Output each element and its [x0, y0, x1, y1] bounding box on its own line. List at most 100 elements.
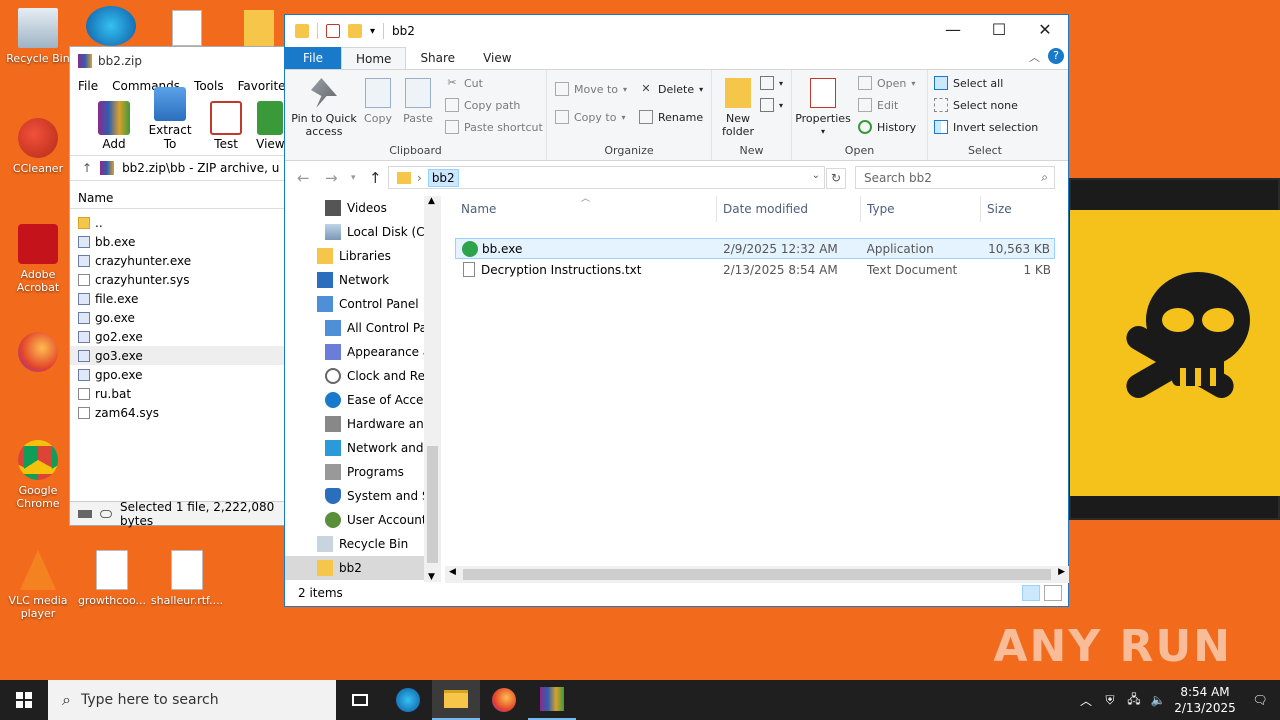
add-button[interactable]: Add [88, 101, 140, 151]
properties-quick-icon[interactable] [326, 24, 340, 38]
list-item[interactable]: gpo.exe [70, 365, 284, 384]
volume-icon[interactable]: 🔈 [1146, 693, 1170, 707]
new-folder-quick-icon[interactable] [348, 24, 362, 38]
search-input[interactable]: Search bb2 ⌕ [855, 166, 1055, 189]
address-dropdown-icon[interactable]: ⌄ [812, 170, 820, 181]
document-icon[interactable] [172, 10, 202, 46]
winrar-window[interactable]: bb2.zip File Commands Tools Favorites Ad… [69, 46, 292, 528]
move-to-button[interactable]: Move to ▾ [555, 82, 627, 96]
forward-arrow-icon[interactable]: → [325, 169, 338, 187]
test-button[interactable]: Test [200, 101, 252, 151]
refresh-icon[interactable]: ↻ [826, 168, 846, 189]
list-item[interactable]: zam64.sys [70, 403, 284, 422]
nav-item-network[interactable]: Network [285, 268, 440, 292]
desktop-icon-ccleaner[interactable]: CCleaner [0, 118, 76, 175]
scrollbar-thumb[interactable] [427, 446, 438, 563]
network-icon[interactable]: 🖧 [1122, 690, 1146, 711]
folder-icon[interactable] [244, 10, 274, 46]
nav-item-libraries[interactable]: Libraries [285, 244, 440, 268]
nav-item-bb2[interactable]: bb2 [285, 556, 440, 580]
list-item[interactable]: ru.bat [70, 384, 284, 403]
list-item[interactable]: go3.exe [70, 346, 284, 365]
open-button[interactable]: Open ▾ [858, 76, 915, 90]
menu-file[interactable]: File [78, 79, 98, 93]
chevron-up-icon[interactable]: ︿ [1074, 692, 1098, 709]
help-icon[interactable]: ? [1048, 48, 1064, 64]
tab-home[interactable]: Home [341, 47, 407, 69]
new-folder-button[interactable]: New folder [718, 78, 758, 138]
tab-file[interactable]: File [285, 47, 341, 69]
list-item[interactable]: crazyhunter.sys [70, 270, 284, 289]
scroll-right-icon[interactable]: ▶ [1058, 567, 1065, 577]
security-icon[interactable]: ⛨ [1098, 693, 1122, 708]
list-item[interactable]: crazyhunter.exe [70, 251, 284, 270]
list-item[interactable]: go2.exe [70, 327, 284, 346]
taskbar-firefox[interactable] [480, 680, 528, 720]
explorer-titlebar[interactable]: ▾ bb2 — ☐ ✕ [285, 15, 1068, 47]
history-button[interactable]: History [858, 120, 916, 134]
extract-to-button[interactable]: Extract To [144, 87, 196, 151]
desktop-icon-adobe-acrobat[interactable]: Adobe Acrobat [0, 224, 76, 294]
tab-share[interactable]: Share [406, 47, 469, 69]
recent-locations-icon[interactable]: ▾ [351, 173, 356, 183]
taskbar-search-input[interactable]: ⌕ Type here to search [48, 680, 336, 720]
cut-button[interactable]: ✂ Cut [445, 76, 483, 90]
select-none-button[interactable]: Select none [934, 98, 1018, 112]
nav-pane-scrollbar[interactable]: ▲ ▼ [424, 196, 441, 582]
explorer-window[interactable]: ▾ bb2 — ☐ ✕ File Home Share View ︿ ? Pin… [284, 14, 1069, 607]
select-all-button[interactable]: Select all [934, 76, 1003, 90]
edit-button[interactable]: Edit [858, 98, 898, 112]
details-view-icon[interactable] [1022, 585, 1040, 601]
large-icons-view-icon[interactable] [1044, 585, 1062, 601]
desktop-icon-recycle-bin[interactable]: Recycle Bin [0, 8, 76, 65]
copy-path-button[interactable]: Copy path [445, 98, 520, 112]
chevron-down-icon[interactable]: ▾ [370, 26, 375, 37]
desktop-icon-google-chrome[interactable]: Google Chrome [0, 440, 76, 510]
desktop-icon-firefox[interactable] [0, 332, 76, 376]
nav-item-local-disk[interactable]: Local Disk (C:) [285, 220, 440, 244]
paste-shortcut-button[interactable]: Paste shortcut [445, 120, 543, 134]
up-arrow-icon[interactable]: ↑ [369, 169, 382, 187]
start-button[interactable] [0, 680, 48, 720]
nav-item-recycle-bin[interactable]: Recycle Bin [285, 532, 440, 556]
nav-item-network-internet[interactable]: Network and Ir [285, 436, 440, 460]
maximize-button[interactable]: ☐ [976, 15, 1022, 45]
list-item[interactable]: .. [70, 213, 284, 232]
nav-item-videos[interactable]: Videos [285, 196, 440, 220]
ribbon-collapse-icon[interactable]: ︿ [1029, 49, 1040, 65]
edge-desktop-icon[interactable] [86, 6, 136, 46]
scrollbar-thumb[interactable] [463, 569, 1051, 580]
column-header-size[interactable]: Size [981, 196, 1055, 222]
winrar-titlebar[interactable]: bb2.zip [70, 47, 284, 75]
nav-item-appearance[interactable]: Appearance an [285, 340, 440, 364]
column-header-date[interactable]: Date modified [717, 196, 861, 222]
rename-button[interactable]: Rename [639, 110, 703, 124]
list-item[interactable]: file.exe [70, 289, 284, 308]
view-button[interactable]: View [256, 101, 284, 151]
list-item[interactable]: bb.exe [70, 232, 284, 251]
nav-item-system-security[interactable]: System and Sec [285, 484, 440, 508]
nav-item-clock-region[interactable]: Clock and Regi [285, 364, 440, 388]
copy-button[interactable]: Copy [361, 78, 395, 125]
address-bar[interactable]: › bb2 ⌄ [388, 166, 825, 189]
delete-button[interactable]: ✕ Delete ▾ [639, 82, 703, 96]
scroll-up-icon[interactable]: ▲ [428, 196, 435, 206]
tab-view[interactable]: View [469, 47, 525, 69]
scroll-left-icon[interactable]: ◀ [449, 567, 456, 577]
archive-path[interactable]: bb2.zip\bb - ZIP archive, u [122, 161, 279, 175]
column-header-type[interactable]: Type [861, 196, 981, 222]
paste-button[interactable]: Paste [401, 78, 435, 125]
nav-item-control-panel[interactable]: Control Panel [285, 292, 440, 316]
table-row[interactable]: Decryption Instructions.txt 2/13/2025 8:… [455, 259, 1055, 280]
minimize-button[interactable]: — [930, 15, 976, 45]
notifications-icon[interactable]: 🗨 [1240, 693, 1280, 707]
breadcrumb[interactable]: bb2 [427, 168, 459, 187]
invert-selection-button[interactable]: Invert selection [934, 120, 1038, 134]
column-header-name[interactable]: Name [70, 187, 284, 209]
back-arrow-icon[interactable]: ← [297, 169, 310, 187]
pin-quick-access-button[interactable]: Pin to Quick access [289, 78, 359, 138]
easy-access-button[interactable]: ▾ [760, 98, 783, 112]
close-button[interactable]: ✕ [1022, 15, 1068, 45]
nav-item-hardware[interactable]: Hardware and [285, 412, 440, 436]
new-item-button[interactable]: ▾ [760, 76, 783, 90]
